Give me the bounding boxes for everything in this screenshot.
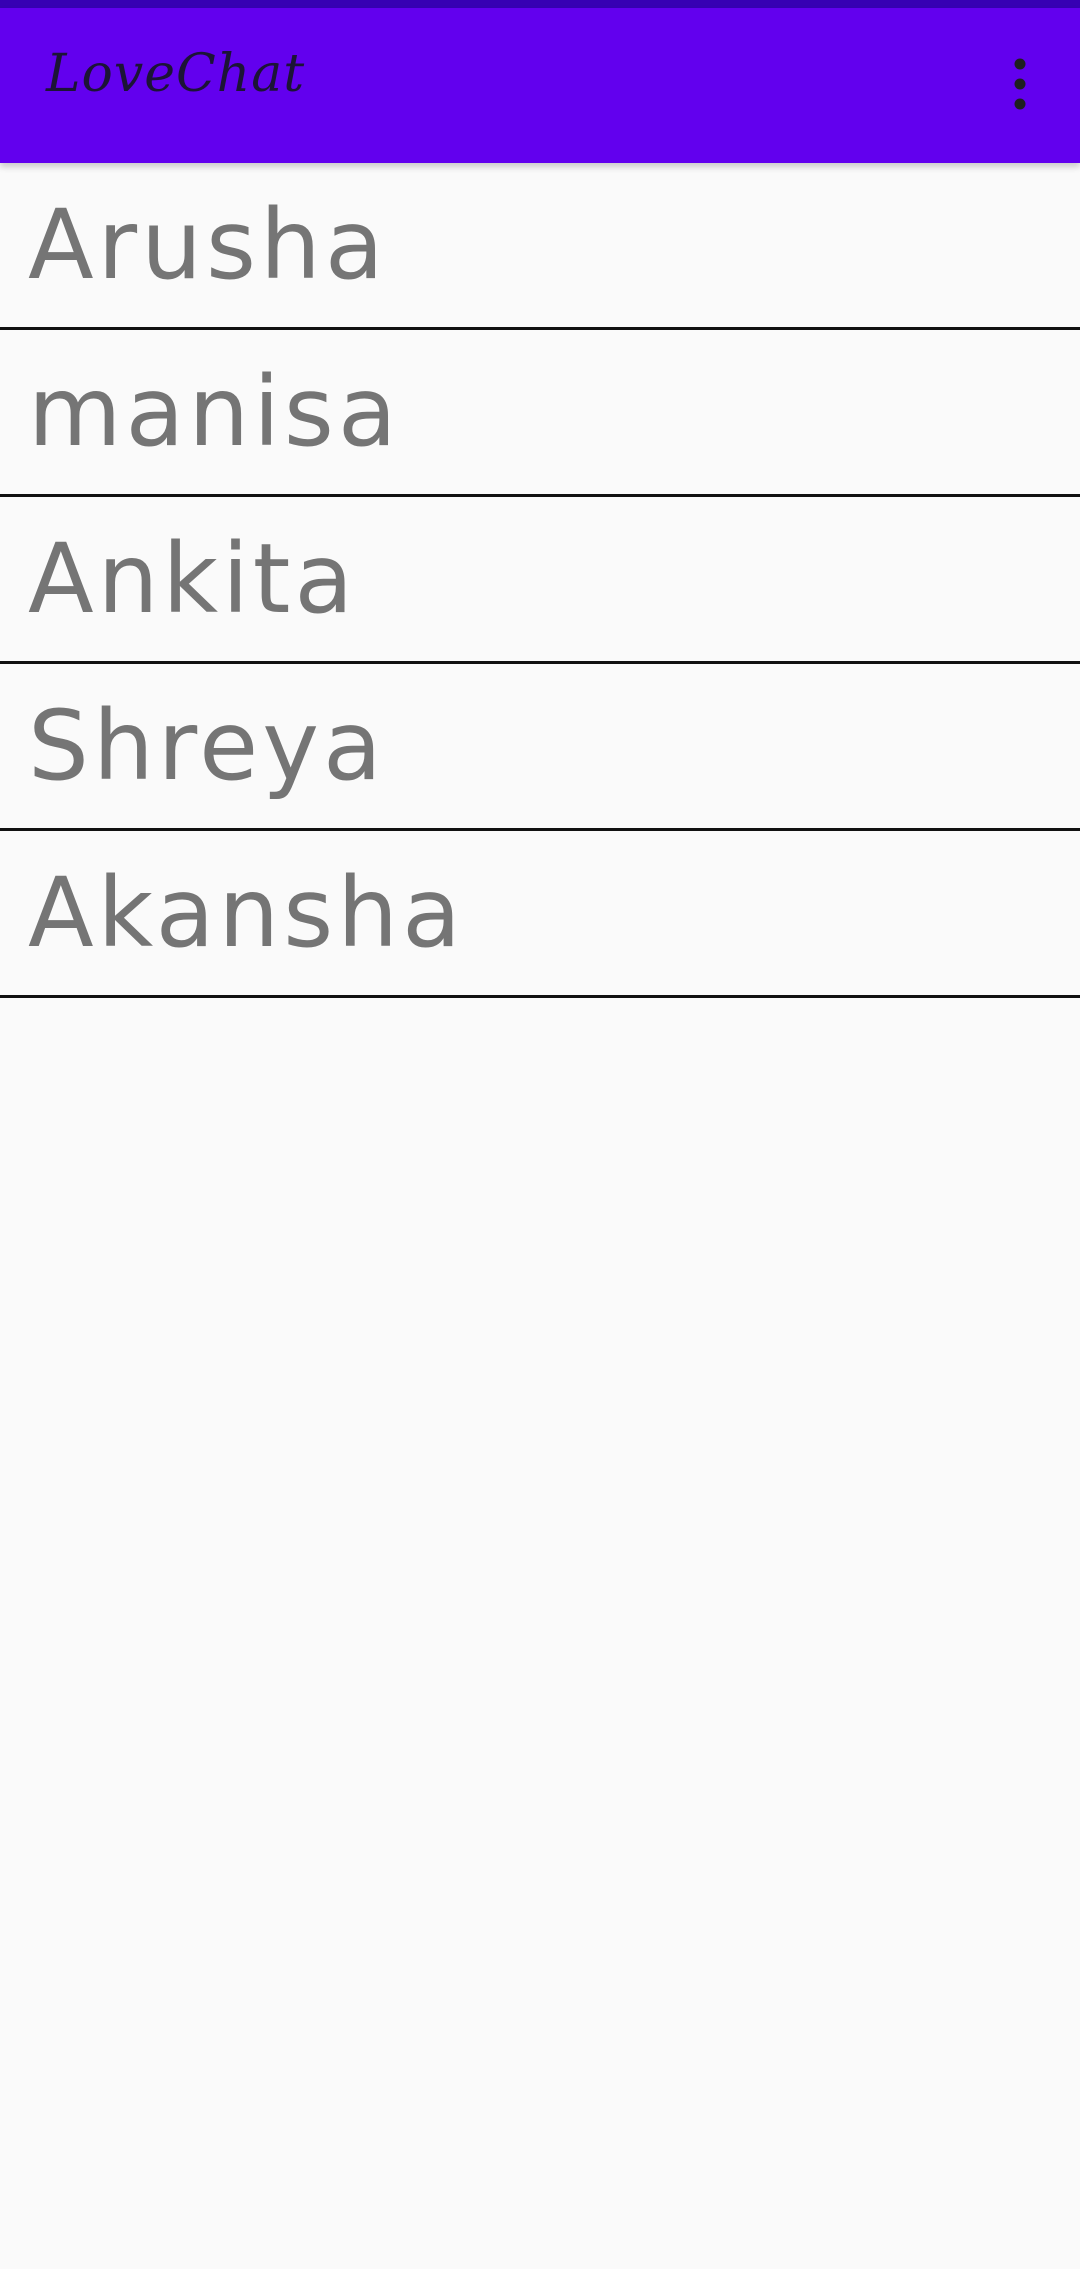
contact-name: manisa xyxy=(28,356,401,468)
app-bar: LoveChat xyxy=(0,8,1080,163)
overflow-menu-button[interactable] xyxy=(960,24,1080,144)
contact-name: Arusha xyxy=(28,189,388,301)
app-title: LoveChat xyxy=(46,44,306,104)
contact-list: Arusha manisa Ankita Shreya Akansha xyxy=(0,163,1080,998)
more-vert-icon xyxy=(1014,58,1026,110)
list-item[interactable]: Akansha xyxy=(0,831,1080,998)
list-item[interactable]: manisa xyxy=(0,330,1080,497)
contact-name: Akansha xyxy=(28,857,465,969)
contact-name: Shreya xyxy=(28,690,386,802)
list-item[interactable]: Arusha xyxy=(0,163,1080,330)
contact-name: Ankita xyxy=(28,523,358,635)
list-item[interactable]: Shreya xyxy=(0,664,1080,831)
list-item[interactable]: Ankita xyxy=(0,497,1080,664)
status-bar-strip xyxy=(0,0,1080,8)
